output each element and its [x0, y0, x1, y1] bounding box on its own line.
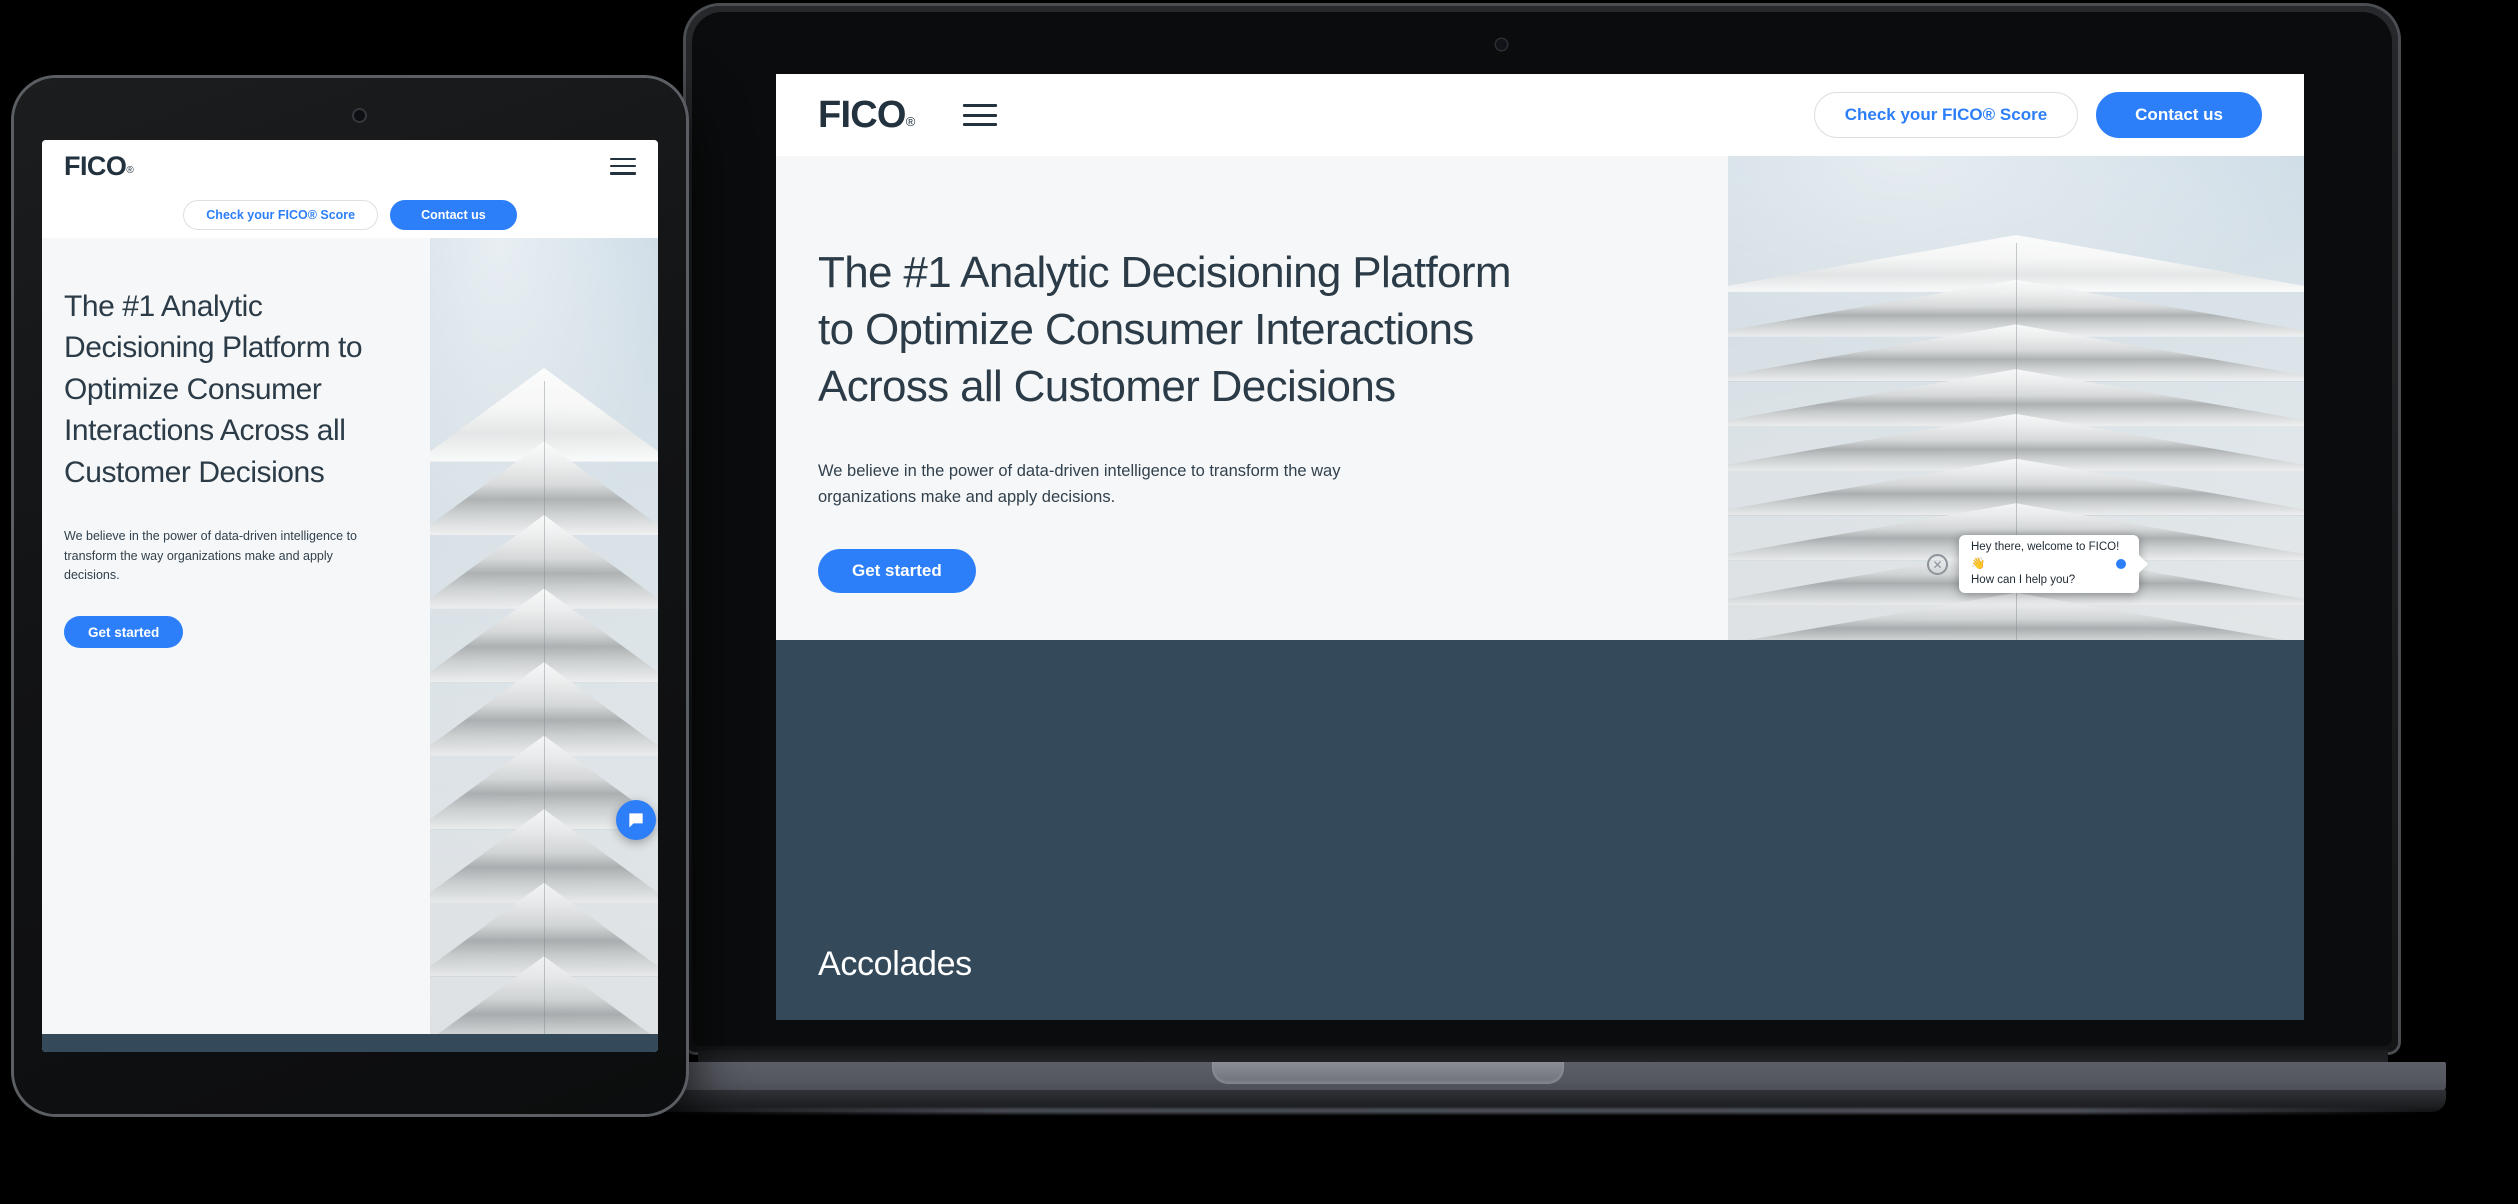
check-fico-score-button-tablet[interactable]: Check your FICO® Score — [183, 200, 379, 230]
check-fico-score-button[interactable]: Check your FICO® Score — [1813, 92, 2079, 138]
accolades-title: Accolades — [818, 945, 972, 983]
header-actions: Check your FICO® Score Contact us — [1813, 92, 2262, 138]
site-header: FICO ® Check your FICO® Score Contact us — [776, 74, 2304, 156]
laptop-base — [640, 1050, 2446, 1114]
hero-paragraph-tablet: We believe in the power of data-driven i… — [64, 528, 357, 583]
hamburger-menu-icon-tablet[interactable] — [610, 157, 636, 175]
hero-content: The #1 Analytic Decisioning Platform to … — [776, 156, 1728, 640]
hero-section-tablet: The #1 Analytic Decisioning Platform to … — [42, 238, 658, 1034]
get-started-button[interactable]: Get started — [818, 549, 976, 593]
hero-heading-tablet: The #1 Analytic Decisioning Platform to … — [64, 290, 363, 489]
fico-logo[interactable]: FICO ® — [818, 93, 916, 136]
photo-overlay-tablet — [430, 238, 658, 1034]
laptop-screen: FICO ® Check your FICO® Score Contact us … — [776, 74, 2304, 1020]
fico-logo-tablet[interactable]: FICO ® — [64, 150, 134, 181]
hero-heading: The #1 Analytic Decisioning Platform to … — [818, 248, 1511, 412]
laptop-trackpad-notch — [1212, 1062, 1564, 1084]
hero-building-photo-tablet — [430, 238, 658, 1034]
header-actions-tablet: Check your FICO® Score Contact us — [42, 192, 658, 238]
contact-us-button-tablet[interactable]: Contact us — [390, 200, 517, 230]
chat-message-line-1: Hey there, welcome to FICO! 👋 — [1971, 540, 2120, 570]
site-header-tablet: FICO ® — [42, 140, 658, 192]
hero-content-tablet: The #1 Analytic Decisioning Platform to … — [42, 238, 430, 1034]
chat-message-line-2: How can I help you? — [1971, 574, 2076, 587]
chat-launcher-button-tablet[interactable] — [616, 800, 656, 840]
accolades-band: Accolades — [776, 640, 2304, 1020]
scene-background: FICO ® Check your FICO® Score Contact us … — [0, 0, 2518, 1204]
fico-logo-registered: ® — [905, 114, 916, 130]
tablet-screen: FICO ® Check your FICO® Score Contact us … — [42, 140, 658, 1052]
chat-bubble-icon — [629, 813, 643, 828]
tablet-device-mockup: FICO ® Check your FICO® Score Contact us … — [14, 78, 686, 1114]
chat-launcher-dot[interactable] — [2116, 559, 2126, 569]
laptop-device-mockup: FICO ® Check your FICO® Score Contact us … — [686, 6, 2398, 1052]
laptop-camera-icon — [1496, 39, 1507, 50]
hamburger-menu-icon[interactable] — [962, 104, 997, 126]
get-started-button-tablet[interactable]: Get started — [64, 616, 184, 649]
laptop-base-highlight — [654, 1108, 2424, 1114]
fico-logo-text: FICO — [818, 93, 906, 136]
contact-us-button[interactable]: Contact us — [2096, 92, 2262, 138]
fico-logo-text-tablet: FICO — [64, 150, 127, 181]
chat-greeting-bubble[interactable]: Hey there, welcome to FICO! 👋 How can I … — [1959, 535, 2148, 593]
hero-paragraph: We believe in the power of data-driven i… — [818, 461, 1341, 507]
chat-close-icon[interactable]: ✕ — [1927, 554, 1948, 575]
laptop-lid: FICO ® Check your FICO® Score Contact us … — [686, 6, 2398, 1052]
chat-close-glyph: ✕ — [1932, 557, 1943, 572]
accolades-band-tablet — [42, 1034, 658, 1052]
fico-logo-registered-tablet: ® — [126, 165, 134, 177]
tablet-camera-icon — [354, 110, 365, 121]
